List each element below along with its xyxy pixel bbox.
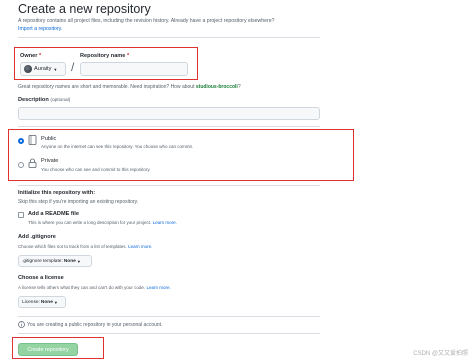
readme-desc-text: This is where you can write a long descr… <box>28 220 152 225</box>
divider <box>18 37 320 38</box>
gitignore-learn-more-link[interactable]: Learn more. <box>128 244 152 249</box>
repo-name-label: Repository name * <box>80 53 129 59</box>
readme-learn-more-link[interactable]: Learn more. <box>153 220 177 225</box>
description-optional-mark: (optional) <box>50 98 71 103</box>
private-radio[interactable] <box>18 162 24 168</box>
lock-icon <box>28 158 37 168</box>
avatar <box>24 65 32 73</box>
name-hint-suffix: ? <box>237 84 241 90</box>
gitignore-description: Choose which files not to track from a l… <box>18 244 152 249</box>
owner-value: Auraity <box>34 66 52 72</box>
name-hint-text: Great repository names are short and mem… <box>18 84 195 90</box>
init-subtitle: Skip this step if you're importing an ex… <box>18 199 139 205</box>
book-icon <box>28 135 37 145</box>
repo-name-input[interactable] <box>80 62 188 76</box>
chevron-down-icon: ▼ <box>53 66 58 72</box>
name-suggestion-link[interactable]: studious-broccoli <box>196 84 238 90</box>
import-repository-link[interactable]: Import a repository. <box>18 26 62 32</box>
description-label: Description (optional) <box>18 97 70 103</box>
public-notice: You are creating a public repository in … <box>27 322 163 328</box>
readme-checkbox[interactable] <box>18 212 24 218</box>
create-repository-button[interactable]: Create repository <box>18 343 78 356</box>
owner-repo-separator: / <box>71 60 75 74</box>
divider <box>18 185 320 186</box>
gitignore-select-value: None <box>63 258 76 264</box>
owner-required-mark: * <box>38 53 42 59</box>
description-input[interactable] <box>18 107 320 120</box>
public-radio[interactable] <box>18 138 24 144</box>
readme-description: This is where you can write a long descr… <box>28 220 177 225</box>
owner-select[interactable]: Auraity ▼ <box>20 62 66 76</box>
gitignore-title: Add .gitignore <box>18 234 56 240</box>
public-label: Public <box>41 136 57 142</box>
watermark: CSDN @又又爱拍照 <box>413 351 468 357</box>
repo-name-label-text: Repository name <box>80 53 126 59</box>
owner-label-text: Owner <box>20 53 38 59</box>
owner-label: Owner * <box>20 53 41 59</box>
visibility-highlight <box>8 129 354 181</box>
divider <box>18 126 320 127</box>
gitignore-select-label: .gitignore template: <box>22 258 63 264</box>
repo-name-required-mark: * <box>126 53 130 59</box>
private-label: Private <box>41 158 59 164</box>
license-description: A license tells others what they can and… <box>18 285 171 290</box>
gitignore-select[interactable]: .gitignore template: None ▼ <box>18 255 92 267</box>
name-hint: Great repository names are short and mem… <box>18 84 241 90</box>
readme-label: Add a README file <box>28 211 79 217</box>
license-title: Choose a license <box>18 275 64 281</box>
license-desc-text: A license tells others what they can and… <box>18 285 146 290</box>
public-description: Anyone on the internet can see this repo… <box>41 144 194 149</box>
page-title: Create a new repository <box>18 2 151 16</box>
gitignore-desc-text: Choose which files not to track from a l… <box>18 244 127 249</box>
info-icon <box>18 321 25 328</box>
private-description: You choose who can see and commit to thi… <box>41 167 151 172</box>
license-learn-more-link[interactable]: Learn more. <box>146 285 170 290</box>
chevron-down-icon: ▼ <box>53 299 58 305</box>
divider <box>18 333 320 334</box>
description-label-text: Description <box>18 97 49 103</box>
license-select-label: License: <box>22 299 40 305</box>
subtitle-text: A repository contains all project files,… <box>18 18 275 24</box>
chevron-down-icon: ▼ <box>76 258 81 264</box>
init-title: Initialize this repository with: <box>18 190 96 196</box>
license-select[interactable]: License: None ▼ <box>18 296 66 308</box>
page-subtitle: A repository contains all project files,… <box>18 18 275 24</box>
divider <box>18 316 320 317</box>
license-select-value: None <box>40 299 53 305</box>
